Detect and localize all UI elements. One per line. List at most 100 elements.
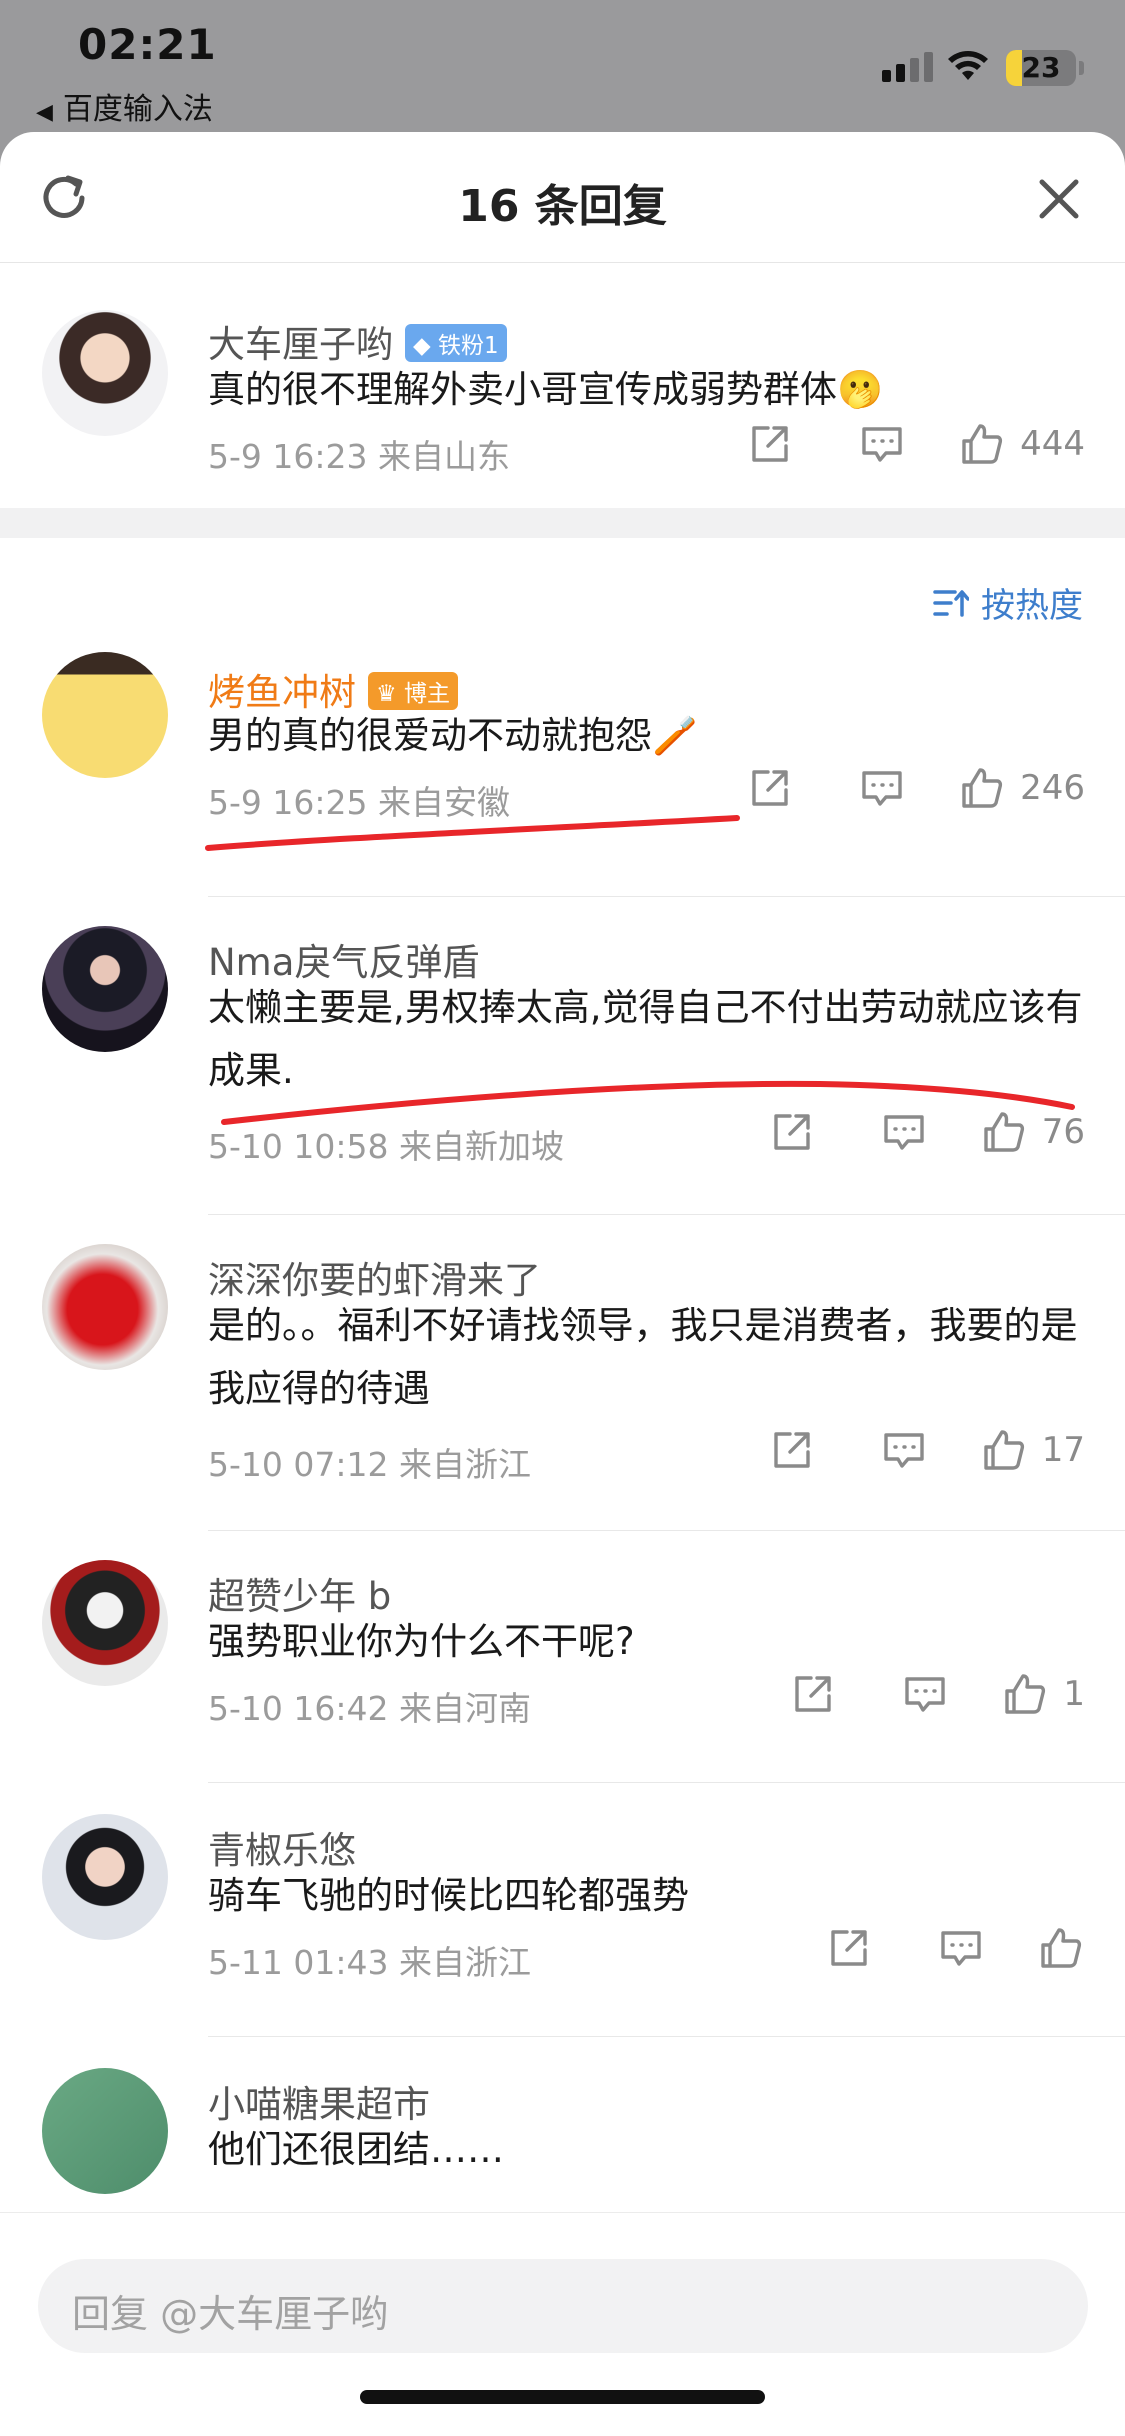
share-button[interactable]: [768, 1108, 816, 1156]
battery-icon: 23: [1006, 50, 1076, 86]
comment-icon: [884, 1115, 924, 1150]
comment-icon: [884, 1433, 924, 1468]
reply-button[interactable]: [858, 764, 906, 812]
avatar[interactable]: [42, 652, 168, 778]
comment-text: 骑车飞驰的时候比四轮都强势: [208, 1874, 689, 1917]
like-icon: [984, 1430, 1024, 1470]
like-button[interactable]: 246: [958, 764, 1085, 812]
host-badge-label: 博主: [403, 680, 450, 707]
fan-badge: ◆ 铁粉1: [405, 323, 507, 362]
comment-text: 太懒主要是,男权捧太高,觉得自己不付出劳动就应该有成果.: [208, 986, 1083, 1092]
share-icon: [795, 1676, 832, 1712]
share-icon: [774, 1432, 810, 1468]
reply-item: 深深你要的虾滑来了 是的。。福利不好请找领导，我只是消费者，我要的是我应得的待遇…: [0, 1244, 1125, 1554]
comment-icon: [862, 427, 902, 462]
wifi-icon: [948, 51, 988, 80]
share-button[interactable]: [768, 1426, 816, 1474]
comment-actions: 76: [768, 1108, 1085, 1156]
like-button[interactable]: 444: [958, 420, 1085, 468]
like-icon: [1005, 1674, 1046, 1714]
divider: [208, 1214, 1125, 1215]
comment-actions: 1: [789, 1670, 1085, 1718]
like-button[interactable]: [1037, 1924, 1085, 1972]
reply-item: 烤鱼冲树 ♛ 博主 男的真的很爱动不动就抱怨🪥 5-9 16:25 来自安徽 24…: [0, 652, 1125, 902]
reply-button[interactable]: [901, 1670, 949, 1718]
sort-label: 按热度: [981, 586, 1083, 626]
section-divider: [0, 508, 1125, 538]
comment-actions: [825, 1924, 1085, 1972]
comment-text: 是的。。福利不好请找领导，我只是消费者，我要的是我应得的待遇: [208, 1304, 1078, 1410]
comment-actions: 17: [768, 1426, 1085, 1474]
comment-text: 男的真的很爱动不动就抱怨🪥: [208, 714, 699, 757]
reply-item: Nma戾气反弹盾 太懒主要是,男权捧太高,觉得自己不付出劳动就应该有成果. 5-…: [0, 926, 1125, 1236]
divider: [208, 2036, 1125, 2037]
like-icon: [1041, 1928, 1082, 1968]
divider: [208, 1782, 1125, 1783]
avatar[interactable]: [42, 2068, 168, 2194]
comment-meta: 5-11 01:43 来自浙江: [208, 1943, 531, 1982]
share-button[interactable]: [825, 1924, 873, 1972]
like-count: 76: [1041, 1112, 1085, 1152]
comment-meta: 5-10 16:42 来自河南: [208, 1689, 531, 1728]
comment-icon: [905, 1677, 946, 1712]
share-button[interactable]: [746, 764, 794, 812]
divider: [208, 896, 1125, 897]
like-count: 1: [1063, 1674, 1085, 1714]
avatar[interactable]: [42, 1814, 168, 1940]
comment-text: 强势职业你为什么不干呢?: [208, 1620, 635, 1663]
avatar[interactable]: [42, 1244, 168, 1370]
like-count: 444: [1020, 424, 1085, 464]
share-icon: [774, 1114, 810, 1150]
avatar[interactable]: [42, 926, 168, 1052]
back-triangle-icon: ◀: [36, 100, 53, 125]
comment-icon: [941, 1931, 981, 1966]
like-icon: [984, 1112, 1024, 1152]
like-count: 246: [1020, 768, 1085, 808]
share-icon: [831, 1930, 867, 1966]
share-icon: [752, 426, 788, 462]
battery-level: 23: [1021, 51, 1061, 84]
battery-tip: [1079, 61, 1084, 75]
reply-button[interactable]: [858, 420, 906, 468]
comment-meta: 5-10 07:12 来自浙江: [208, 1445, 531, 1484]
reply-button[interactable]: [880, 1426, 928, 1474]
fan-badge-label: 铁粉1: [438, 332, 499, 359]
sort-icon: [933, 589, 969, 617]
reply-button[interactable]: [937, 1924, 985, 1972]
share-button[interactable]: [746, 420, 794, 468]
avatar[interactable]: [42, 1560, 168, 1686]
reply-button[interactable]: [880, 1108, 928, 1156]
share-button[interactable]: [789, 1670, 837, 1718]
comment-meta: 5-10 10:58 来自新加坡: [208, 1127, 564, 1166]
comment-actions: 246: [746, 764, 1085, 812]
status-time: 02:21: [78, 20, 217, 69]
share-icon: [752, 770, 788, 806]
back-to-app-link[interactable]: ◀ 百度输入法: [36, 84, 213, 128]
root-comment: 大车厘子哟 ◆ 铁粉1 真的很不理解外卖小哥宣传成弱势群体🫢 5-9 16:23 …: [0, 280, 1125, 476]
sheet-header: 16 条回复: [0, 132, 1125, 263]
reply-placeholder: 回复 @大车厘子哟: [72, 2292, 389, 2336]
comment-actions: 444: [746, 420, 1085, 468]
like-button[interactable]: 76: [980, 1108, 1085, 1156]
comment-text: 他们还很团结……: [208, 2128, 504, 2171]
replies-sheet: 16 条回复 大车厘子哟 ◆ 铁粉1 真的很不理解外卖小哥宣传成弱势群体🫢 5-9…: [0, 132, 1125, 2436]
reply-item: 小喵糖果超市 他们还很团结……: [0, 2068, 1125, 2228]
reply-input[interactable]: 回复 @大车厘子哟: [38, 2259, 1088, 2353]
comment-meta: 5-9 16:23 来自山东: [208, 437, 510, 476]
like-icon: [962, 768, 1003, 808]
close-icon[interactable]: [1036, 176, 1082, 222]
home-indicator[interactable]: [360, 2390, 765, 2404]
reply-item: 青椒乐悠 骑车飞驰的时候比四轮都强势 5-11 01:43 来自浙江: [0, 1814, 1125, 2064]
divider: [208, 1530, 1125, 1531]
sort-toggle[interactable]: 按热度: [933, 578, 1083, 627]
like-button[interactable]: 17: [980, 1426, 1085, 1474]
reply-item: 超赞少年 b 强势职业你为什么不干呢? 5-10 16:42 来自河南 1: [0, 1560, 1125, 1810]
like-count: 17: [1041, 1430, 1085, 1470]
back-app-label: 百度输入法: [62, 92, 213, 127]
cellular-signal-icon: [882, 52, 933, 82]
like-button[interactable]: 1: [1001, 1670, 1085, 1718]
comment-icon: [862, 771, 902, 806]
avatar[interactable]: [42, 310, 168, 436]
comment-meta: 5-9 16:25 来自安徽: [208, 783, 510, 822]
comment-text: 真的很不理解外卖小哥宣传成弱势群体🫢: [208, 368, 884, 411]
